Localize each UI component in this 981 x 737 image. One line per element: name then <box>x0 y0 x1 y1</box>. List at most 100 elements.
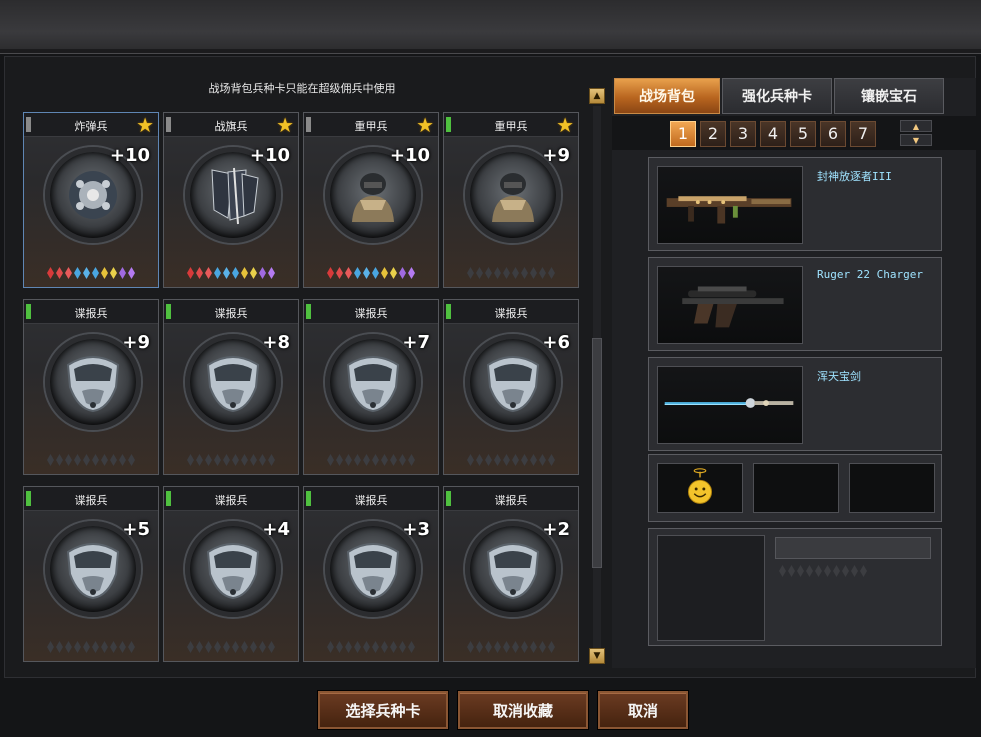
gem-icon <box>399 267 406 279</box>
tab-inlay-gem[interactable]: 镶嵌宝石 <box>834 78 944 114</box>
gem-icon <box>372 641 379 653</box>
gem-icon <box>788 565 795 577</box>
gem-icon <box>327 454 334 466</box>
soldier-card[interactable]: 炸弹兵 ★ +10 <box>23 112 159 288</box>
card-header: 炸弹兵 ★ <box>24 113 158 137</box>
gem-icon <box>56 641 63 653</box>
gem-row <box>34 454 148 468</box>
select-card-button[interactable]: 选择兵种卡 <box>318 691 448 729</box>
card-header: 谍报兵 <box>304 300 438 324</box>
gem-icon <box>214 454 221 466</box>
gem-icon <box>539 641 546 653</box>
card-level: +8 <box>262 332 290 353</box>
tab-enhance-card[interactable]: 强化兵种卡 <box>722 78 832 114</box>
card-name: 谍报兵 <box>354 307 388 320</box>
gem-icon <box>259 454 266 466</box>
page-button[interactable]: 3 <box>730 121 756 147</box>
gem-icon <box>833 565 840 577</box>
weapon-slot-secondary[interactable]: Ruger 22 Charger <box>648 257 942 351</box>
soldier-card[interactable]: 重甲兵 ★ +9 <box>443 112 579 288</box>
gem-icon <box>354 267 361 279</box>
accessory-slot-1[interactable] <box>657 463 743 513</box>
soldier-card[interactable]: 战旗兵 ★ +10 <box>163 112 299 288</box>
card-level: +6 <box>542 332 570 353</box>
gem-icon <box>223 454 230 466</box>
detail-gem-row <box>779 565 867 577</box>
gem-icon <box>363 641 370 653</box>
accessory-slot-3[interactable] <box>849 463 935 513</box>
gem-icon <box>101 454 108 466</box>
gem-icon <box>354 641 361 653</box>
gem-icon <box>259 267 266 279</box>
gem-icon <box>503 454 510 466</box>
page-button[interactable]: 1 <box>670 121 696 147</box>
gem-icon <box>327 641 334 653</box>
star-icon: ★ <box>556 113 574 137</box>
gem-icon <box>354 454 361 466</box>
gem-row <box>454 267 568 281</box>
weapon-slot-melee[interactable]: 浑天宝剑 <box>648 357 942 451</box>
scroll-down-button[interactable]: ▼ <box>589 648 605 664</box>
gem-icon <box>119 641 126 653</box>
gem-icon <box>92 267 99 279</box>
page-button[interactable]: 2 <box>700 121 726 147</box>
gem-icon <box>539 267 546 279</box>
page-arrows: ▲ ▼ <box>900 120 932 146</box>
cancel-button[interactable]: 取消 <box>598 691 688 729</box>
weapon-name: 封神放逐者III <box>817 170 892 183</box>
gem-icon <box>250 454 257 466</box>
card-name: 谍报兵 <box>74 307 108 320</box>
gem-icon <box>65 454 72 466</box>
soldier-card[interactable]: 重甲兵 ★ +10 <box>303 112 439 288</box>
gem-icon <box>214 641 221 653</box>
card-level: +10 <box>389 145 430 166</box>
soldier-card[interactable]: 谍报兵 +5 <box>23 486 159 662</box>
scoped-pistol-icon <box>657 266 803 344</box>
tab-battlefield-backpack[interactable]: 战场背包 <box>614 78 720 114</box>
gem-icon <box>824 565 831 577</box>
card-level: +10 <box>249 145 290 166</box>
page-button[interactable]: 4 <box>760 121 786 147</box>
page-up-icon[interactable]: ▲ <box>900 120 932 132</box>
unfavorite-button[interactable]: 取消收藏 <box>458 691 588 729</box>
card-level: +4 <box>262 519 290 540</box>
gem-icon <box>467 454 474 466</box>
gem-icon <box>241 267 248 279</box>
page-down-icon[interactable]: ▼ <box>900 134 932 146</box>
gem-icon <box>187 267 194 279</box>
gem-icon <box>521 641 528 653</box>
card-level: +5 <box>122 519 150 540</box>
card-name: 谍报兵 <box>214 307 248 320</box>
scrollbar[interactable]: ▲ ▼ <box>589 88 605 666</box>
weapon-slot-primary[interactable]: 封神放逐者III <box>648 157 942 251</box>
soldier-card[interactable]: 谍报兵 +9 <box>23 299 159 475</box>
gem-icon <box>494 454 501 466</box>
soldier-card[interactable]: 谍报兵 +7 <box>303 299 439 475</box>
scroll-thumb[interactable] <box>592 338 602 568</box>
card-level: +2 <box>542 519 570 540</box>
gem-icon <box>128 641 135 653</box>
card-name: 谍报兵 <box>494 307 528 320</box>
soldier-card[interactable]: 谍报兵 +4 <box>163 486 299 662</box>
gem-icon <box>363 454 370 466</box>
gem-icon <box>47 641 54 653</box>
gem-icon <box>83 641 90 653</box>
soldier-card[interactable]: 谍报兵 +2 <box>443 486 579 662</box>
gem-row <box>454 641 568 655</box>
gem-icon <box>408 641 415 653</box>
soldier-card[interactable]: 谍报兵 +6 <box>443 299 579 475</box>
scroll-up-button[interactable]: ▲ <box>589 88 605 104</box>
gem-icon <box>187 454 194 466</box>
soldier-card[interactable]: 谍报兵 +3 <box>303 486 439 662</box>
accessory-row <box>648 454 942 522</box>
top-band <box>0 0 981 54</box>
page-button[interactable]: 7 <box>850 121 876 147</box>
page-button[interactable]: 6 <box>820 121 846 147</box>
gem-icon <box>806 565 813 577</box>
page-button[interactable]: 5 <box>790 121 816 147</box>
accessory-slot-2[interactable] <box>753 463 839 513</box>
star-icon: ★ <box>136 113 154 137</box>
card-name: 谍报兵 <box>214 494 248 507</box>
gem-icon <box>512 641 519 653</box>
soldier-card[interactable]: 谍报兵 +8 <box>163 299 299 475</box>
